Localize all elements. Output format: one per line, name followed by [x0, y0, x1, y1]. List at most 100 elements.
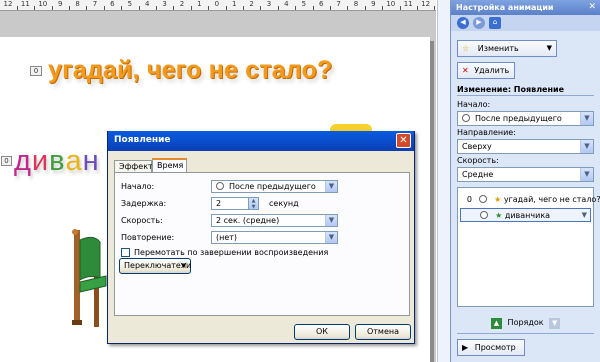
ok-button[interactable]: ОК [294, 324, 350, 340]
ruler-tick [16, 6, 18, 10]
delay-unit: секунд [269, 199, 299, 208]
list-item[interactable]: 0 ★ угадай, чего не стало? [460, 193, 600, 207]
ruler-number: 3 [162, 0, 167, 8]
list-item[interactable]: ★ диванчика ▼ [460, 208, 591, 222]
change-effect-button[interactable]: ☆ Изменить ▼ [457, 40, 557, 57]
star-icon: ★ [494, 195, 502, 204]
clock-icon [216, 182, 224, 190]
clock-icon [479, 211, 488, 219]
vertical-scrollbar[interactable] [437, 0, 450, 362]
order-label: Порядок [507, 318, 544, 327]
chevron-down-icon[interactable]: ▼ [580, 168, 593, 181]
close-icon[interactable]: ✕ [588, 2, 596, 12]
pane-title: Настройка анимации [456, 3, 554, 12]
delete-effect-button[interactable]: ✕ Удалить [457, 62, 515, 79]
pane-start-label: Начало: [457, 100, 491, 109]
repeat-select[interactable]: (нет) ▼ [211, 231, 338, 244]
dialog-title-bar[interactable]: Появление ✕ [108, 131, 414, 151]
tab-timing[interactable]: Время [152, 158, 187, 172]
chevron-down-icon: ▼ [546, 44, 552, 52]
move-up-icon[interactable]: ▲ [491, 318, 502, 329]
chevron-down-icon[interactable]: ▼ [325, 215, 337, 226]
animation-order-tag: 0 [1, 156, 12, 166]
repeat-label: Повторение: [121, 233, 175, 242]
move-down-icon[interactable]: ▼ [549, 318, 561, 329]
ruler-number: 4 [144, 0, 150, 8]
slide-shadow [430, 41, 434, 362]
rewind-label: Перемотать по завершении воспроизведения [134, 248, 329, 257]
ruler-number: 3 [266, 0, 272, 8]
close-icon[interactable]: ✕ [396, 133, 411, 148]
divan-word-art[interactable]: диван [14, 145, 100, 178]
animation-order-tag: 0 [30, 66, 42, 76]
pane-navigation: ◀ ▶ ⌂ [451, 15, 600, 31]
divan-letter: н [82, 145, 100, 177]
delete-icon: ✕ [462, 66, 469, 75]
ruler-tick [399, 6, 401, 10]
chevron-down-icon[interactable]: ▼ [325, 181, 337, 192]
back-icon[interactable]: ◀ [457, 17, 469, 29]
chevron-down-icon[interactable]: ▼ [325, 232, 337, 243]
ruler-tick [34, 6, 36, 10]
ruler-number: 1 [231, 0, 237, 8]
rewind-checkbox[interactable] [121, 248, 130, 257]
start-select-value: После предыдущего [229, 182, 316, 191]
ruler-tick [190, 6, 192, 10]
pane-start-value: После предыдущего [475, 114, 562, 123]
clock-icon [462, 114, 470, 122]
start-select[interactable]: После предыдущего ▼ [211, 180, 338, 193]
speed-select[interactable]: 2 сек. (средне) ▼ [211, 214, 338, 227]
ruler-number: 6 [318, 0, 324, 8]
delay-spinner[interactable]: ▲ ▼ [248, 197, 259, 210]
star-icon: ☆ [462, 44, 470, 53]
divan-letter: д [14, 145, 32, 177]
ruler-number: 1 [197, 0, 202, 8]
appearance-dialog: Появление ✕ Эффект Время Начало: После п… [107, 131, 415, 344]
start-label: Начало: [121, 182, 155, 191]
speed-select-value: 2 сек. (средне) [216, 216, 280, 225]
ruler-tick [416, 6, 418, 10]
ruler-tick [138, 6, 140, 10]
divan-letter: в [49, 145, 66, 177]
ruler-number: 6 [110, 0, 115, 8]
clock-icon [478, 195, 487, 203]
pane-direction-label: Направление: [457, 128, 516, 137]
delay-label: Задержка: [121, 199, 167, 208]
ruler-number: 8 [75, 0, 80, 8]
ruler-tick [329, 6, 331, 10]
chevron-down-icon[interactable]: ▼ [580, 112, 593, 125]
pane-start-select[interactable]: После предыдущего ▼ [457, 111, 594, 126]
ruler-tick [51, 6, 53, 10]
chevron-down-icon[interactable]: ▼ [582, 211, 587, 219]
forward-icon[interactable]: ▶ [473, 17, 485, 29]
play-icon: ▶ [462, 343, 469, 352]
star-icon: ★ [495, 211, 503, 220]
chair-image[interactable] [60, 220, 110, 330]
chevron-down-icon: ⮟ [180, 261, 187, 270]
cancel-button[interactable]: Отмена [355, 324, 411, 340]
ruler-tick [434, 6, 436, 10]
pane-speed-value: Средне [462, 170, 494, 179]
home-icon[interactable]: ⌂ [489, 17, 501, 29]
pane-speed-select[interactable]: Средне ▼ [457, 167, 594, 182]
ruler-number: 4 [284, 0, 289, 8]
horizontal-ruler: 12 11 10 9 8 7 6 5 4 3 2 1 0 1 2 3 4 5 6 7 8 9 10 11 12 [0, 0, 436, 11]
delay-input[interactable]: 2 [211, 197, 249, 210]
pane-direction-select[interactable]: Сверху ▼ [457, 139, 594, 154]
ruler-number: 10 [386, 0, 396, 8]
divan-letter: а [65, 145, 83, 177]
reorder-controls: ▲ Порядок ▼ [491, 318, 561, 329]
ruler-tick [242, 6, 244, 10]
ruler-tick [225, 6, 227, 10]
animation-list[interactable]: 0 ★ угадай, чего не стало? ★ диванчика ▼ [457, 187, 600, 307]
ruler-tick [155, 6, 157, 10]
preview-button[interactable]: ▶ Просмотр [457, 339, 525, 356]
repeat-select-value: (нет) [216, 233, 238, 242]
triggers-button[interactable]: Переключатели ⮟ [119, 258, 191, 274]
slide-title-text[interactable]: угадай, чего не стало? [48, 56, 332, 85]
divan-letter: и [31, 145, 50, 177]
ruler-number: 10 [38, 0, 48, 8]
chevron-down-icon[interactable]: ▼ [580, 140, 593, 153]
change-button-label: Изменить [477, 44, 519, 53]
tab-effect[interactable]: Эффект [114, 160, 153, 172]
